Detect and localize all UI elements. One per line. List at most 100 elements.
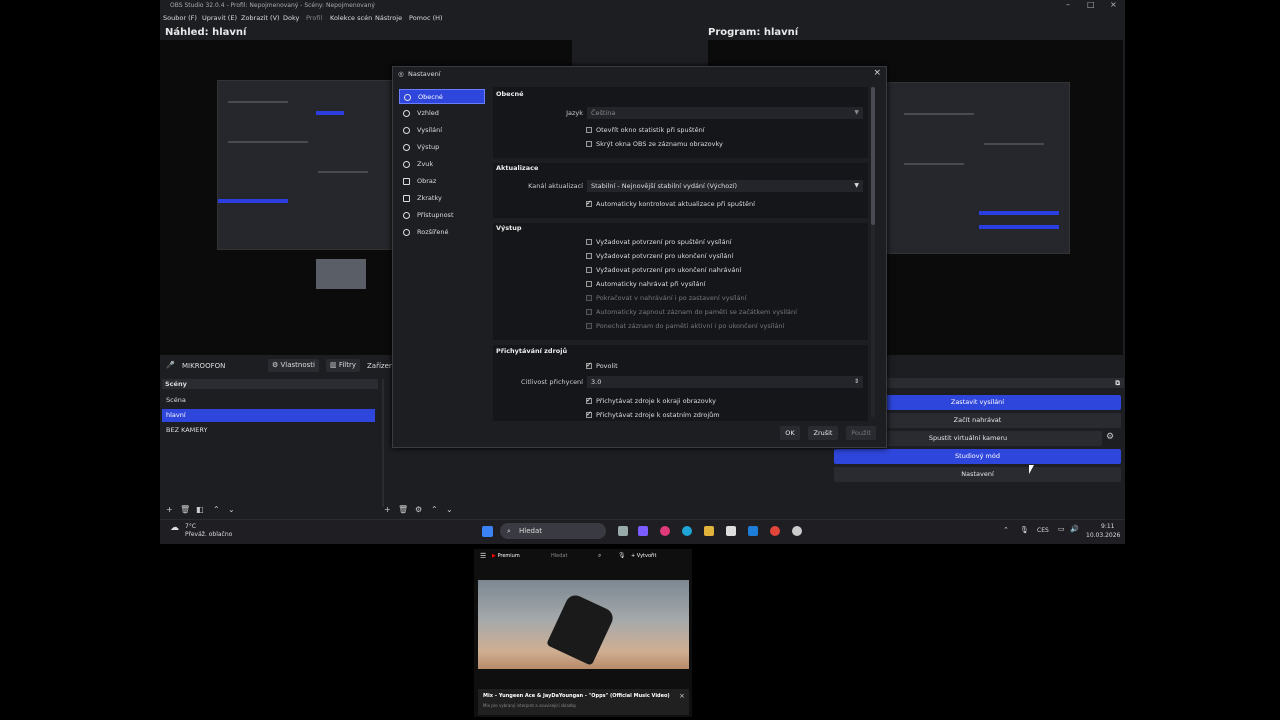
add-source-icon[interactable]: + [384,505,391,514]
video-title[interactable]: Mix – Yungeen Ace & JayDaYoungan - "Opps… [483,693,673,699]
keep-recording-checkbox[interactable]: Pokračovat v nahrávání i po zastavení vy… [586,294,746,303]
section-title-snapping: Přichytávání zdrojů [496,347,568,355]
minimize-button[interactable]: – [1066,0,1070,9]
speaker-icon [403,161,410,168]
monitor-icon [403,178,410,185]
source-up-icon[interactable]: ⌃ [431,505,438,514]
language-label: Jazyk [566,109,583,117]
close-icon[interactable]: × [873,68,881,78]
remove-source-icon[interactable]: 🗑 [398,505,408,514]
youtube-logo[interactable]: ▶ Premium [492,553,520,559]
source-settings-icon[interactable]: ⚙ [415,505,422,514]
update-channel-label: Kanál aktualizací [528,182,583,190]
sidebar-item-hotkeys[interactable]: Zkratky [399,191,485,206]
settings-scrollbar[interactable] [871,87,875,417]
mic-tray-icon[interactable]: 🎙 [1020,526,1029,534]
menu-edit[interactable]: Upravit (E) [202,14,237,22]
update-channel-select[interactable]: Stabilní - Nejnovější stabilní vydání (V… [587,180,863,192]
hide-from-capture-checkbox[interactable]: Skrýt okna OBS ze záznamu obrazovky [586,140,723,149]
confirm-stop-record-checkbox[interactable]: Vyžadovat potvrzení pro ukončení nahrává… [586,266,741,275]
section-title-updates: Aktualizace [496,164,539,172]
menu-view[interactable]: Zobrazit (V) [241,14,280,22]
source-down-icon[interactable]: ⌄ [446,505,453,514]
search-icon[interactable]: ⌕ [598,552,601,560]
task-view-icon[interactable] [618,526,628,536]
cancel-button[interactable]: Zrušit [808,426,838,440]
file-explorer-icon[interactable] [704,526,714,536]
move-down-icon[interactable]: ⌄ [228,505,235,514]
enable-snapping-checkbox[interactable]: Povolit [586,361,618,371]
chrome-icon[interactable] [770,526,780,536]
settings-content: Obecné Jazyk Čeština ▼ Otevřít okno stati… [493,87,868,421]
apply-button[interactable]: Použít [846,426,876,440]
sidebar-item-output[interactable]: Výstup [399,140,485,155]
close-icon[interactable]: × [679,692,685,700]
close-button[interactable]: × [1110,0,1117,9]
trash-icon[interactable]: 🗑 [180,505,190,514]
clock-date: 10.03.2026 [1086,532,1121,539]
volume-icon[interactable]: 🔊 [1070,525,1079,533]
copilot-icon[interactable] [638,526,648,536]
photos-icon[interactable] [748,526,758,536]
youtube-search[interactable]: Hledat [551,553,567,559]
filters-button[interactable]: ▥ Filtry [326,359,361,372]
ok-button[interactable]: OK [780,426,800,440]
chevron-up-icon[interactable]: ⌃ [1003,526,1009,534]
auto-update-checkbox[interactable]: Automaticky kontrolovat aktualizace při … [586,199,755,209]
add-icon[interactable]: + [166,505,173,514]
accessibility-icon [403,212,410,219]
windows-start-icon[interactable] [482,526,493,537]
spin-arrows-icon[interactable]: ⇕ [854,376,859,388]
language-indicator[interactable]: CES [1037,527,1049,534]
scene-item-selected[interactable]: hlavní [162,409,375,422]
language-select[interactable]: Čeština ▼ [587,107,863,119]
obs-icon[interactable] [792,526,802,536]
create-button[interactable]: + Vytvořit [631,553,656,559]
properties-button[interactable]: ⚙ Vlastnosti [268,359,319,372]
search-placeholder: Hledat [519,527,542,535]
menu-icon[interactable]: ☰ [480,552,486,560]
stats-on-startup-checkbox[interactable]: Otevřít okno statistik při spuštění [586,126,705,135]
menu-profile[interactable]: Profil [306,14,322,22]
sidebar-item-stream[interactable]: Vysílání [399,123,485,138]
mic-icon[interactable]: 🎙 [618,552,626,559]
edge-icon[interactable] [682,526,692,536]
snap-to-sources-checkbox[interactable]: Přichytávat zdroje k ostatním zdrojům [586,410,720,420]
network-icon[interactable]: ▭ [1058,525,1065,533]
confirm-start-stream-checkbox[interactable]: Vyžadovat potvrzení pro spuštění vysílán… [586,238,732,247]
sidebar-item-advanced[interactable]: Rozšířené [399,225,485,240]
sidebar-item-general[interactable]: Obecné [399,89,485,104]
store-icon[interactable] [726,526,736,536]
sidebar-item-audio[interactable]: Zvuk [399,157,485,172]
sidebar-item-video[interactable]: Obraz [399,174,485,189]
filter-icon: ▥ [330,361,339,369]
video-frame[interactable] [478,580,689,669]
sidebar-item-appearance[interactable]: Vzhled [399,106,485,121]
scene-item[interactable]: Scéna [162,394,375,407]
studio-mode-button[interactable]: Studiový mód [834,449,1121,464]
keep-replay-buffer-checkbox[interactable]: Ponechat záznam do paměti aktivní i po u… [586,322,784,331]
video-info-card: Mix – Yungeen Ace & JayDaYoungan - "Opps… [478,689,689,715]
snap-to-edge-checkbox[interactable]: Přichytávat zdroje k okraji obrazovky [586,396,716,406]
filter-icon[interactable]: ◧ [196,505,204,514]
taskbar-search[interactable]: ⌕ Hledat [500,523,606,539]
menu-file[interactable]: Soubor (F) [163,14,197,22]
person-figure [546,592,616,666]
scene-item[interactable]: BEZ KAMERY [162,424,375,437]
confirm-stop-stream-checkbox[interactable]: Vyžadovat potvrzení pro ukončení vysílán… [586,252,733,261]
settings-button[interactable]: Nastavení [834,467,1121,482]
menu-tools[interactable]: Nástroje [375,14,402,22]
gear-icon[interactable]: ⚙ [1106,432,1114,442]
move-up-icon[interactable]: ⌃ [213,505,220,514]
app-icon[interactable] [660,526,670,536]
menu-docks[interactable]: Doky [283,14,299,22]
menu-scene-collection[interactable]: Kolekce scén [330,14,372,22]
mouse-cursor [1029,465,1034,474]
maximize-button[interactable]: □ [1087,0,1095,9]
auto-replay-buffer-checkbox[interactable]: Automaticky zapnout záznam do paměti se … [586,308,797,317]
menu-help[interactable]: Pomoc (H) [409,14,443,22]
sidebar-item-accessibility[interactable]: Přístupnost [399,208,485,223]
snap-sensitivity-spinbox[interactable]: 3.0 ⇕ [587,376,863,388]
keyboard-icon [403,195,410,202]
auto-record-checkbox[interactable]: Automaticky nahrávat při vysílání [586,280,705,289]
